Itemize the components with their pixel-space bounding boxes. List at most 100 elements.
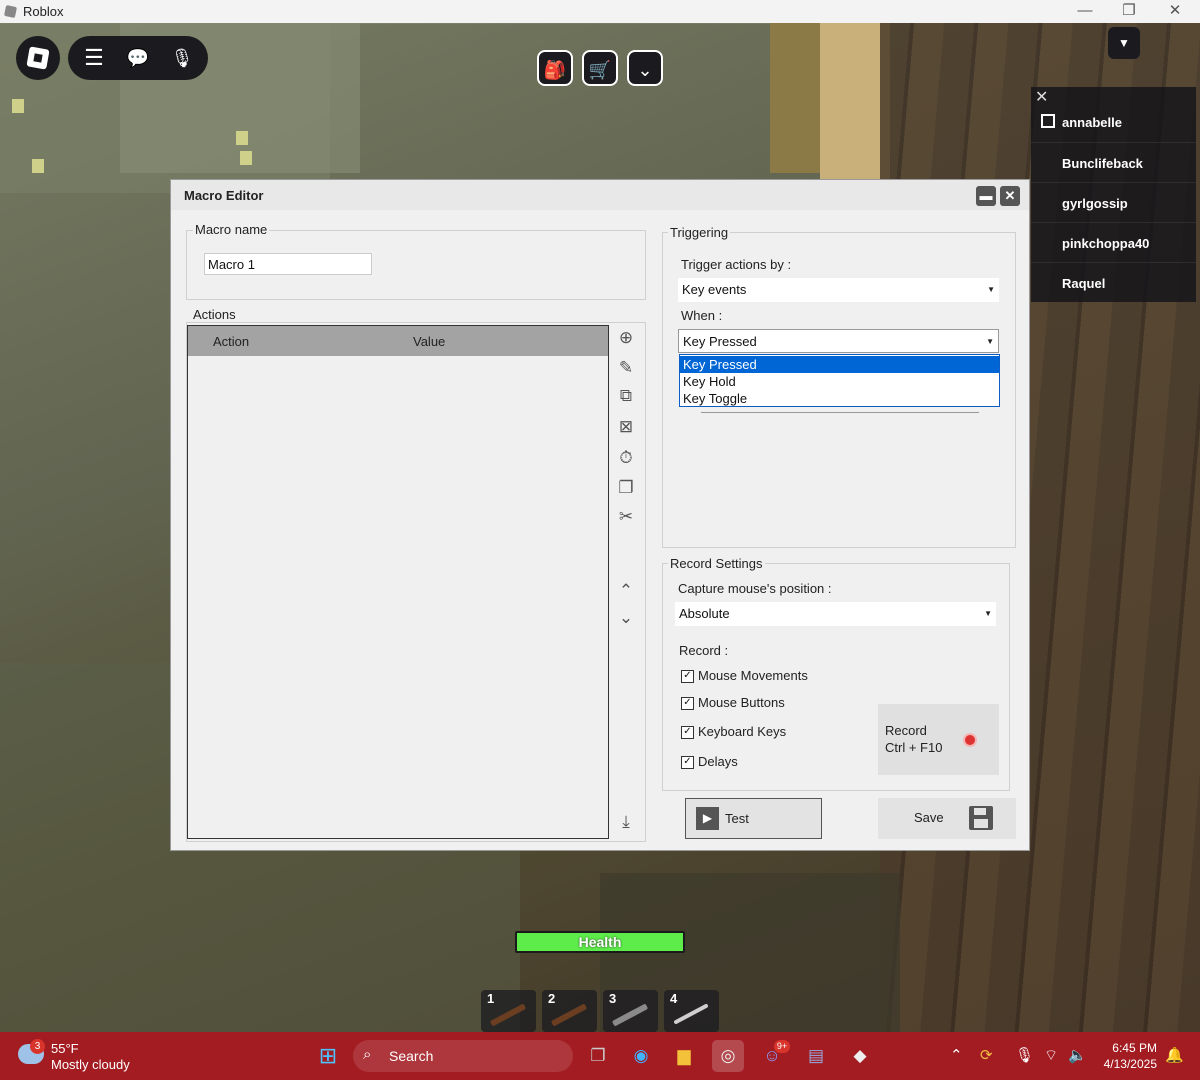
weather-desc[interactable]: Mostly cloudy: [51, 1057, 130, 1072]
monitor-app-icon[interactable]: ▤: [800, 1040, 832, 1072]
knife-icon: [673, 1003, 709, 1025]
macro-name-label: Macro name: [193, 222, 270, 237]
rifle-icon: [550, 1003, 588, 1027]
search-label: Search: [389, 1048, 434, 1064]
when-dropdown-list: Key Pressed Key Hold Key Toggle: [679, 354, 1000, 407]
copy-icon[interactable]: ❐: [615, 477, 637, 499]
dialog-titlebar[interactable]: Macro Editor ▬ ✕: [171, 180, 1029, 210]
move-down-icon[interactable]: ⌄: [615, 607, 637, 629]
record-button[interactable]: Record Ctrl + F10: [878, 704, 999, 775]
file-explorer-icon[interactable]: ▆: [668, 1040, 700, 1072]
record-dot-icon: [965, 735, 975, 745]
dropdown-option[interactable]: Key Toggle: [680, 390, 999, 407]
shop-cart-button[interactable]: 🛒: [582, 50, 618, 86]
delays-checkbox[interactable]: ✓: [681, 756, 694, 769]
chat-icon[interactable]: 💬: [116, 36, 160, 80]
roblox-taskbar-icon[interactable]: ◆: [844, 1040, 876, 1072]
premium-icon: [1041, 114, 1055, 128]
record-settings-label: Record Settings: [668, 556, 765, 571]
when-value: Key Pressed: [683, 334, 757, 349]
shotgun-icon: [611, 1003, 649, 1027]
weather-temp[interactable]: 55°F: [51, 1041, 79, 1056]
hotbar-slot[interactable]: 3: [603, 990, 658, 1032]
roblox-menu-button[interactable]: [16, 36, 60, 80]
player-list: ✕ annabelle Bunclifeback gyrlgossip pink…: [1031, 87, 1196, 302]
edge-browser-icon[interactable]: ◉: [625, 1040, 657, 1072]
edit-action-icon[interactable]: ✎: [615, 357, 637, 379]
trigger-by-value: Key events: [682, 282, 747, 297]
tray-chevron-icon[interactable]: ⌃: [950, 1046, 963, 1064]
clean-icon[interactable]: ✂: [615, 506, 637, 528]
test-label: Test: [725, 811, 749, 826]
mouse-buttons-checkbox[interactable]: ✓: [681, 697, 694, 710]
actions-table[interactable]: Action Value: [187, 325, 609, 839]
taskbar-search[interactable]: ⌕ Search: [353, 1040, 573, 1072]
search-icon: ⌕: [363, 1046, 372, 1063]
mouse-buttons-label: Mouse Buttons: [698, 695, 785, 710]
clock-time[interactable]: 6:45 PM: [1101, 1041, 1157, 1055]
trigger-by-select[interactable]: Key events ▼: [678, 278, 999, 302]
macro-name-input[interactable]: [204, 253, 372, 275]
microphone-icon[interactable]: 🎙: [1015, 1046, 1034, 1064]
minimize-button[interactable]: —: [1062, 0, 1108, 23]
save-label: Save: [914, 810, 944, 825]
when-label: When :: [681, 308, 723, 323]
player-row[interactable]: annabelle: [1031, 102, 1196, 142]
dropdown-option[interactable]: Key Hold: [680, 373, 999, 390]
player-row[interactable]: gyrlgossip: [1031, 182, 1196, 223]
notification-bell-icon[interactable]: 🔔: [1165, 1046, 1184, 1064]
column-header-action[interactable]: Action: [213, 334, 249, 349]
expand-chevron-button[interactable]: ⌄: [627, 50, 663, 86]
player-row[interactable]: Bunclifeback: [1031, 142, 1196, 183]
mouse-movements-checkbox[interactable]: ✓: [681, 670, 694, 683]
backpack-button[interactable]: 🎒: [537, 50, 573, 86]
hotbar-slot[interactable]: 4: [664, 990, 719, 1032]
playerlist-toggle-button[interactable]: ▼: [1108, 27, 1140, 59]
timer-icon[interactable]: ⏱: [615, 447, 637, 469]
player-row[interactable]: pinkchoppa40: [1031, 222, 1196, 263]
wifi-icon[interactable]: ⌔: [1044, 1046, 1058, 1065]
record-button-label: Record: [885, 723, 927, 738]
task-view-icon[interactable]: ❐: [582, 1040, 614, 1072]
keyboard-keys-checkbox[interactable]: ✓: [681, 726, 694, 739]
column-header-value[interactable]: Value: [413, 334, 445, 349]
slot-number: 2: [548, 991, 556, 1006]
trigger-by-label: Trigger actions by :: [681, 257, 792, 272]
slot-number: 3: [609, 991, 617, 1006]
macro-app-icon[interactable]: ◎: [712, 1040, 744, 1072]
capture-position-select[interactable]: Absolute ▼: [675, 602, 996, 626]
floppy-disk-icon: [969, 806, 993, 830]
clock-date[interactable]: 4/13/2025: [1099, 1057, 1157, 1071]
actions-table-header: Action Value: [188, 326, 608, 356]
move-up-icon[interactable]: ⌃: [615, 580, 637, 602]
add-action-icon[interactable]: ⊕: [615, 327, 637, 349]
test-button[interactable]: ▶ Test: [685, 798, 822, 839]
delete-action-icon[interactable]: ⊠: [615, 416, 637, 438]
player-name: pinkchoppa40: [1062, 236, 1150, 251]
hotbar-slot[interactable]: 2: [542, 990, 597, 1032]
sync-icon[interactable]: ⟳: [980, 1046, 993, 1064]
import-icon[interactable]: ⤓: [615, 811, 637, 833]
record-shortcut-label: Ctrl + F10: [885, 740, 943, 755]
weather-badge: 3: [30, 1039, 45, 1054]
dialog-close-button[interactable]: ✕: [1000, 186, 1020, 206]
windows-start-icon[interactable]: ⊞: [312, 1040, 344, 1072]
rifle-icon: [489, 1003, 527, 1027]
player-name: Raquel: [1062, 276, 1106, 291]
hotbar-slot[interactable]: 1: [481, 990, 536, 1032]
when-select[interactable]: Key Pressed ▼: [678, 329, 999, 353]
dropdown-option[interactable]: Key Pressed: [680, 356, 999, 373]
dialog-minimize-button[interactable]: ▬: [976, 186, 996, 206]
insert-action-icon[interactable]: ⧉: [615, 385, 637, 407]
chevron-down-icon: ▼: [984, 609, 992, 618]
close-button[interactable]: ✕: [1152, 0, 1198, 23]
mic-muted-icon[interactable]: 🎙: [160, 36, 204, 80]
player-row[interactable]: Raquel: [1031, 262, 1196, 303]
slot-number: 1: [487, 991, 495, 1006]
divider: [701, 412, 979, 413]
maximize-button[interactable]: ❐: [1106, 0, 1152, 23]
volume-icon[interactable]: 🔈: [1068, 1046, 1087, 1064]
save-button[interactable]: Save: [878, 798, 1016, 839]
dialog-title: Macro Editor: [184, 188, 264, 203]
hamburger-menu-icon[interactable]: ☰: [72, 36, 116, 80]
